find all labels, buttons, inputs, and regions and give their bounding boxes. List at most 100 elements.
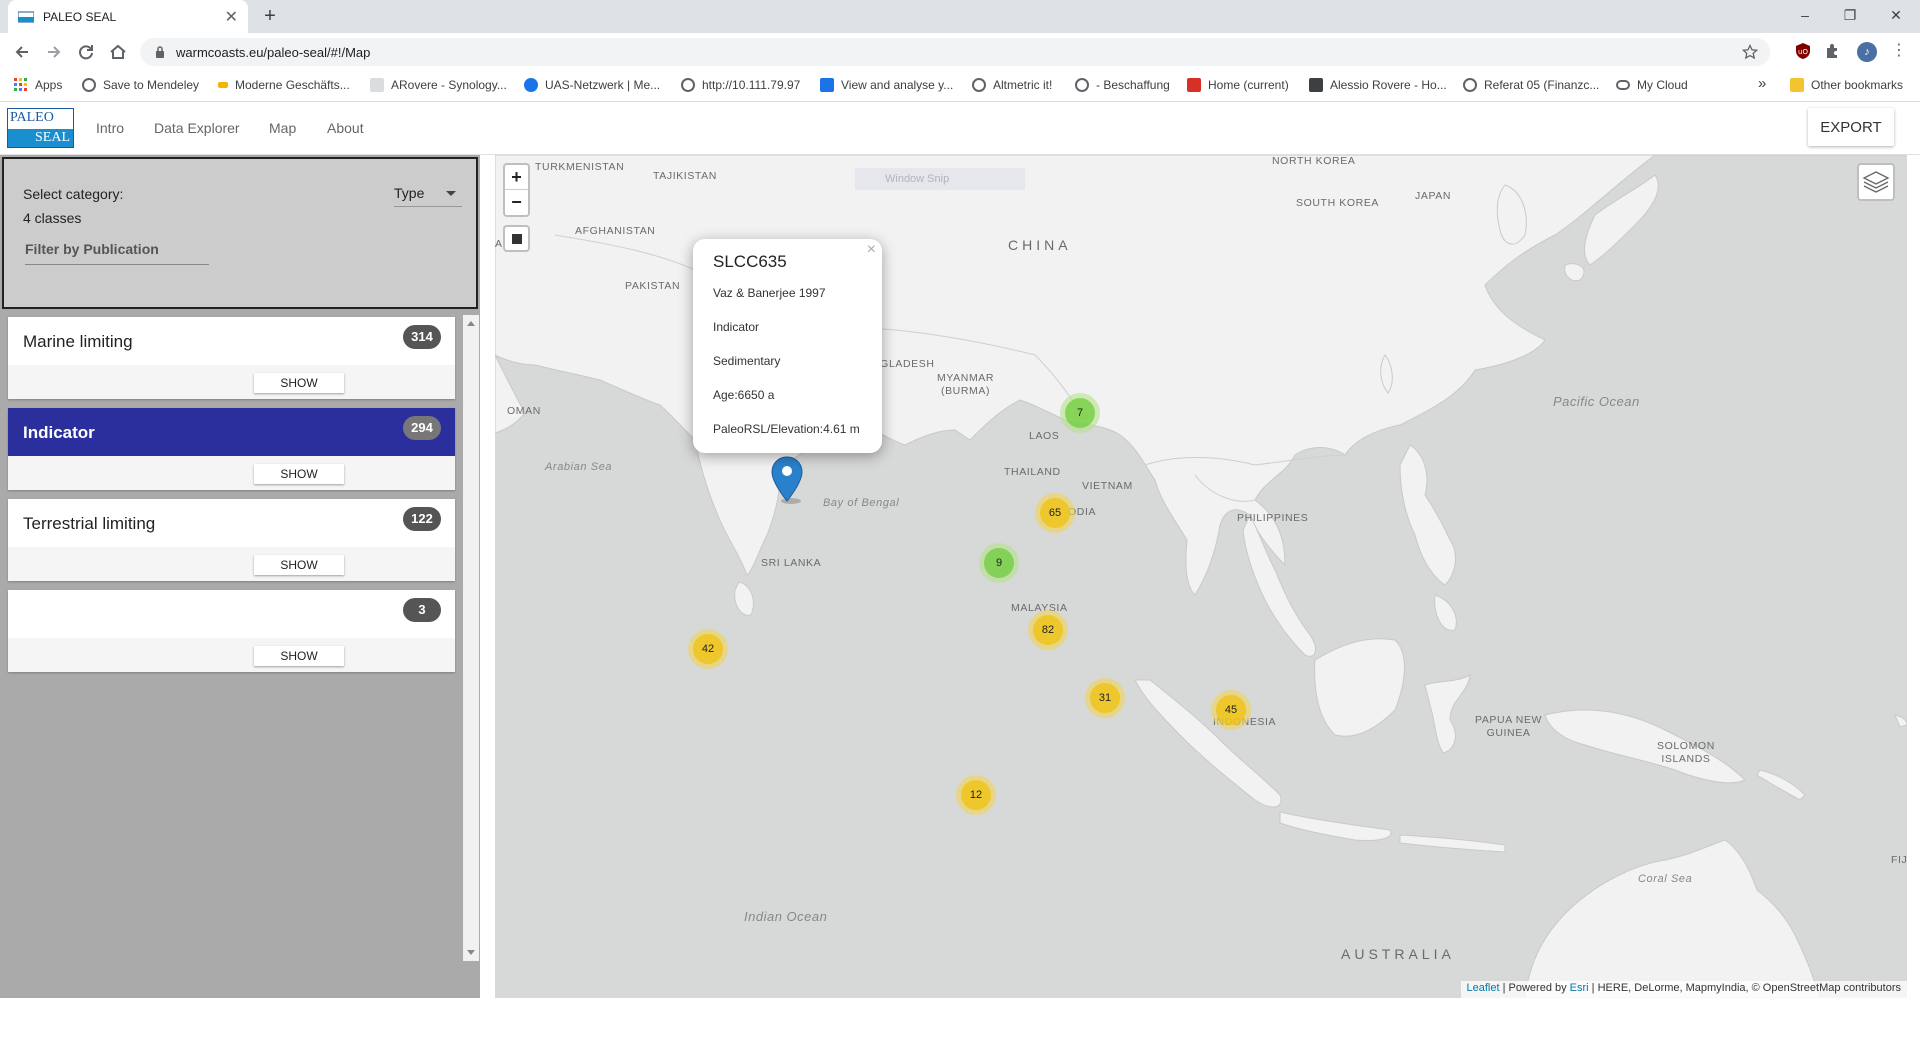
map-attribution: Leaflet | Powered by Esri | HERE, DeLorm…	[1460, 981, 1907, 998]
bookmark-referat[interactable]: Referat 05 (Finanzc...	[1463, 78, 1599, 92]
bookmark-star-icon[interactable]	[1742, 44, 1758, 60]
label-pakistan: PAKISTAN	[625, 280, 681, 292]
forward-arrow-icon[interactable]	[44, 42, 64, 62]
zoom-out-button[interactable]: −	[505, 190, 528, 215]
check-circle-icon	[524, 78, 538, 92]
home-icon[interactable]	[108, 42, 128, 62]
extensions-puzzle-icon[interactable]	[1824, 42, 1842, 60]
browser-toolbar: warmcoasts.eu/paleo-seal/#!/Map uO ♪ ⋮	[0, 33, 1920, 71]
label-laos: LAOS	[1029, 430, 1060, 442]
marker-cluster[interactable]: 31	[1085, 678, 1125, 718]
marker-cluster[interactable]: 42	[688, 629, 728, 669]
app-header: PALEO SEAL Intro Data Explorer Map About…	[0, 102, 1920, 155]
marker-cluster[interactable]: 45	[1211, 690, 1251, 730]
url-text[interactable]: warmcoasts.eu/paleo-seal/#!/Map	[176, 45, 370, 60]
popup-close-icon[interactable]: ×	[867, 241, 876, 259]
label-china: CHINA	[1008, 237, 1072, 253]
show-button[interactable]: SHOW	[254, 646, 344, 666]
map-pin-icon[interactable]	[769, 455, 805, 505]
category-filter-box: Select category: 4 classes Type Filter b…	[2, 157, 478, 309]
show-button[interactable]: SHOW	[254, 555, 344, 575]
label-sri-lanka: SRI LANKA	[761, 557, 822, 569]
nav-data-explorer[interactable]: Data Explorer	[154, 120, 240, 136]
nav-map[interactable]: Map	[269, 120, 296, 136]
ublock-extension-icon[interactable]: uO	[1794, 42, 1812, 60]
esri-link[interactable]: Esri	[1570, 982, 1589, 994]
category-type-select[interactable]: Type	[394, 185, 462, 207]
label-japan: JAPAN	[1415, 190, 1452, 202]
bookmark-synology[interactable]: ARovere - Synology...	[370, 78, 507, 92]
bookmark-uas[interactable]: UAS-Netzwerk | Me...	[524, 78, 660, 92]
class-count-badge: 122	[403, 507, 441, 531]
browser-tab[interactable]: PALEO SEAL ✕	[8, 0, 248, 33]
new-tab-button[interactable]: +	[258, 5, 282, 28]
class-card-indicator[interactable]: Indicator 294 SHOW	[8, 408, 455, 490]
scroll-down-arrow-icon[interactable]	[467, 950, 475, 955]
marker-cluster[interactable]: 12	[956, 775, 996, 815]
paleo-seal-logo[interactable]: PALEO SEAL	[7, 108, 74, 148]
show-button[interactable]: SHOW	[254, 373, 344, 393]
category-panel: Select category: 4 classes Type Filter b…	[0, 155, 480, 998]
popup-category: Sedimentary	[713, 354, 781, 368]
scroll-up-arrow-icon[interactable]	[467, 321, 475, 326]
marker-cluster[interactable]: 9	[979, 543, 1019, 583]
more-bookmarks-chevron[interactable]: »	[1758, 75, 1766, 92]
export-button[interactable]: EXPORT	[1808, 108, 1894, 146]
bookmark-alessio[interactable]: Alessio Rovere - Ho...	[1309, 78, 1447, 92]
map-view[interactable]: Window Snip TURKMENISTAN TAJIKISTAN AFGH…	[495, 155, 1907, 998]
bookmark-altmetric[interactable]: Altmetric it!	[972, 78, 1052, 92]
label-fiji: FIJI	[1891, 854, 1907, 866]
class-list-scrollbar[interactable]	[463, 315, 479, 961]
class-count-badge: 3	[403, 598, 441, 622]
reload-icon[interactable]	[76, 42, 96, 62]
nav-intro[interactable]: Intro	[96, 120, 124, 136]
classes-count: 4 classes	[23, 210, 82, 226]
globe-icon	[1463, 78, 1477, 92]
bookmark-mendeley[interactable]: Save to Mendeley	[82, 78, 199, 92]
bookmark-moderne[interactable]: Moderne Geschäfts...	[218, 78, 350, 92]
class-card-marine-limiting[interactable]: Marine limiting 314 SHOW	[8, 317, 455, 399]
bookmark-ip[interactable]: http://10.111.79.97	[681, 78, 800, 92]
class-card-terrestrial-limiting[interactable]: Terrestrial limiting 122 SHOW	[8, 499, 455, 581]
label-philippines: PHILIPPINES	[1237, 512, 1309, 524]
marker-cluster[interactable]: 65	[1035, 493, 1075, 533]
label-oman: OMAN	[507, 405, 541, 417]
zoom-in-button[interactable]: +	[505, 165, 528, 190]
marker-cluster[interactable]: 82	[1028, 610, 1068, 650]
browser-menu-icon[interactable]: ⋮	[1891, 40, 1907, 60]
other-bookmarks-folder[interactable]: Other bookmarks	[1790, 78, 1903, 92]
layers-control[interactable]	[1857, 163, 1895, 201]
attribution-sources: | HERE, DeLorme, MapmyIndia, © OpenStree…	[1588, 982, 1901, 994]
draw-rectangle-button[interactable]	[503, 225, 530, 252]
bookmark-beschaffung[interactable]: - Beschaffung	[1075, 78, 1170, 92]
globe-icon	[972, 78, 986, 92]
address-bar[interactable]: warmcoasts.eu/paleo-seal/#!/Map	[140, 38, 1770, 66]
label-arabian-sea: Arabian Sea	[545, 461, 613, 473]
window-close-button[interactable]: ✕	[1876, 3, 1916, 27]
cluster-count: 65	[1040, 498, 1070, 528]
bookmark-label: http://10.111.79.97	[702, 78, 801, 92]
label-tajikistan: TAJIKISTAN	[653, 170, 717, 182]
logo-bottom-text: SEAL	[8, 129, 73, 147]
back-arrow-icon[interactable]	[12, 42, 32, 62]
window-minimize-button[interactable]: –	[1785, 3, 1825, 27]
leaflet-link[interactable]: Leaflet	[1467, 982, 1500, 994]
home-favicon-icon	[1187, 78, 1201, 92]
publication-filter-input[interactable]: Filter by Publication	[25, 241, 209, 265]
bookmark-label: Home (current)	[1208, 78, 1289, 92]
class-card-unnamed[interactable]: 3 SHOW	[8, 590, 455, 672]
cluster-count: 45	[1216, 695, 1246, 725]
window-restore-button[interactable]: ❐	[1830, 3, 1870, 27]
lock-icon[interactable]	[154, 46, 166, 58]
show-button[interactable]: SHOW	[254, 464, 344, 484]
bookmark-apps[interactable]: Apps	[14, 78, 62, 92]
nav-about[interactable]: About	[327, 120, 364, 136]
bookmark-view-analyse[interactable]: View and analyse y...	[820, 78, 953, 92]
bookmark-home[interactable]: Home (current)	[1187, 78, 1289, 92]
folder-icon	[1790, 78, 1804, 92]
bookmark-mycloud[interactable]: My Cloud	[1616, 78, 1688, 92]
bookmark-label: Referat 05 (Finanzc...	[1484, 78, 1600, 92]
marker-cluster[interactable]: 7	[1060, 393, 1100, 433]
tab-close-icon[interactable]: ✕	[225, 7, 238, 27]
profile-avatar[interactable]: ♪	[1857, 42, 1877, 62]
